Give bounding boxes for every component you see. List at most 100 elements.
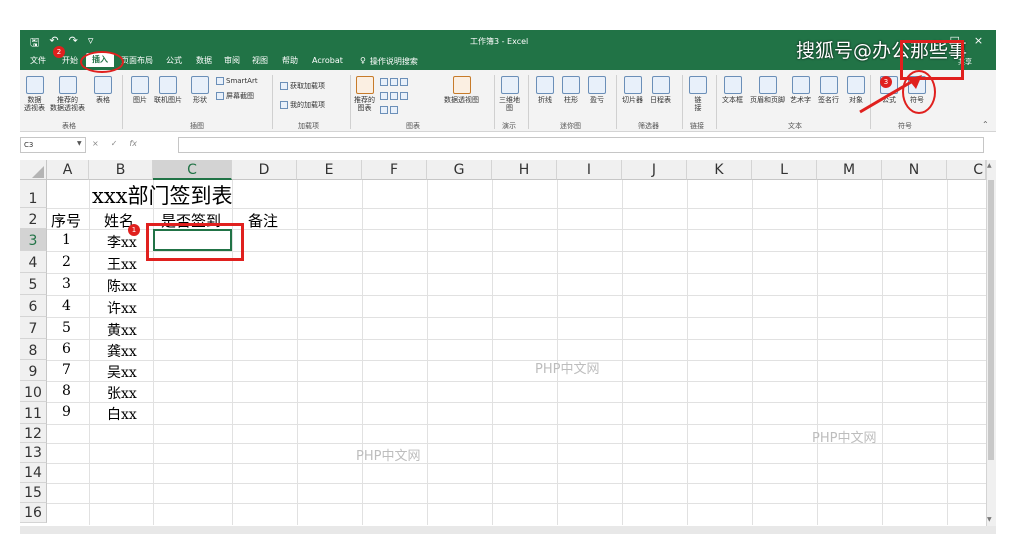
column-header-l[interactable]: L	[752, 160, 817, 180]
sparkline-column-button[interactable]: 柱形	[562, 76, 580, 104]
shapes-button[interactable]: 形状	[191, 76, 209, 104]
tab-home[interactable]: 开始	[62, 56, 78, 66]
tab-help[interactable]: 帮助	[282, 56, 298, 66]
column-header-j[interactable]: J	[622, 160, 687, 180]
column-header-g[interactable]: G	[427, 160, 492, 180]
gridline	[752, 180, 753, 525]
line-chart-dropdown[interactable]	[380, 92, 408, 100]
sheet-tab-bar[interactable]	[20, 526, 996, 534]
tell-me-search[interactable]: ♀ 操作说明搜索	[360, 56, 418, 67]
column-header-k[interactable]: K	[687, 160, 752, 180]
row-header-14[interactable]: 14	[20, 463, 47, 483]
fx-icon[interactable]: fx	[129, 139, 137, 148]
recommended-pivot-button[interactable]: 推荐的 数据透视表	[50, 76, 85, 112]
column-header-e[interactable]: E	[297, 160, 362, 180]
wordart-button[interactable]: 艺术字	[790, 76, 811, 104]
pictures-button[interactable]: 图片	[131, 76, 149, 104]
row-header-3[interactable]: 3	[20, 229, 47, 251]
tab-view[interactable]: 视图	[252, 56, 268, 66]
row-header-13[interactable]: 13	[20, 443, 47, 463]
addins-icon	[280, 101, 288, 109]
tab-data[interactable]: 数据	[196, 56, 212, 66]
online-pictures-button[interactable]: 联机图片	[154, 76, 182, 104]
gridline	[47, 503, 986, 504]
column-header-m[interactable]: M	[817, 160, 882, 180]
smartart-button[interactable]: SmartArt	[216, 77, 258, 85]
tab-acrobat[interactable]: Acrobat	[312, 56, 343, 66]
formula-input[interactable]	[178, 137, 984, 153]
row-header-10[interactable]: 10	[20, 381, 47, 402]
enter-icon[interactable]: ✓	[111, 139, 118, 148]
row-header-8[interactable]: 8	[20, 339, 47, 360]
column-header-h[interactable]: H	[492, 160, 557, 180]
recommended-charts-button[interactable]: 推荐的 图表	[354, 76, 375, 112]
gridline	[947, 180, 948, 525]
timeline-button[interactable]: 日程表	[650, 76, 671, 104]
store-icon	[280, 82, 288, 90]
close-icon[interactable]: ×	[974, 34, 983, 47]
table-button[interactable]: 表格	[94, 76, 112, 104]
column-header-i[interactable]: I	[557, 160, 622, 180]
record-name: 张xx	[107, 386, 137, 402]
timeline-icon	[651, 76, 670, 94]
screenshot-icon	[216, 92, 224, 100]
scroll-down-icon[interactable]: ▼	[987, 516, 992, 523]
screenshot-button[interactable]: 屏幕截图	[216, 91, 254, 101]
group-label-tables: 表格	[62, 122, 76, 130]
textbox-icon	[723, 76, 742, 94]
cancel-icon[interactable]: ×	[92, 139, 99, 148]
tab-formulas[interactable]: 公式	[166, 56, 182, 66]
column-header-d[interactable]: D	[232, 160, 297, 180]
collapse-ribbon-icon[interactable]: ⌃	[982, 120, 989, 129]
row-header-11[interactable]: 11	[20, 402, 47, 424]
tab-review[interactable]: 审阅	[224, 56, 240, 66]
sparkline-line-icon	[536, 76, 554, 94]
column-header-partial[interactable]: C	[947, 160, 986, 180]
tab-file[interactable]: 文件	[30, 56, 46, 66]
pie-chart-dropdown[interactable]	[380, 106, 398, 114]
row-header-12[interactable]: 12	[20, 424, 47, 443]
header-cell-remark: 备注	[248, 212, 279, 230]
site-watermark: PHP中文网	[812, 431, 877, 446]
row-header-1[interactable]: 1	[20, 180, 47, 208]
gridline	[817, 180, 818, 525]
column-header-f[interactable]: F	[362, 160, 427, 180]
signature-line-button[interactable]: 签名行	[818, 76, 839, 104]
pivot-chart-button[interactable]: 数据透视图	[444, 76, 479, 104]
column-header-b[interactable]: B	[89, 160, 153, 180]
record-name: 黄xx	[107, 323, 137, 339]
group-separator	[350, 75, 351, 129]
save-icon[interactable]: 🖫	[30, 34, 39, 53]
slicer-button[interactable]: 切片器	[622, 76, 643, 104]
sparkline-winloss-button[interactable]: 盈亏	[588, 76, 606, 104]
tab-page-layout[interactable]: 页面布局	[121, 56, 153, 66]
column-header-a[interactable]: A	[47, 160, 89, 180]
column-chart-dropdown[interactable]	[380, 78, 408, 86]
row-header-16[interactable]: 16	[20, 503, 47, 523]
scroll-up-icon[interactable]: ▲	[987, 162, 992, 169]
3d-map-button[interactable]: 三维地 图	[499, 76, 520, 112]
row-header-6[interactable]: 6	[20, 295, 47, 317]
gridline	[47, 273, 986, 274]
smartart-icon	[216, 77, 224, 85]
gridline	[557, 180, 558, 525]
scroll-thumb[interactable]	[988, 180, 994, 460]
row-header-4[interactable]: 4	[20, 251, 47, 273]
my-addins-button[interactable]: 我的加载项	[280, 100, 325, 110]
row-header-5[interactable]: 5	[20, 273, 47, 295]
sparkline-line-button[interactable]: 折线	[536, 76, 554, 104]
row-header-9[interactable]: 9	[20, 360, 47, 381]
row-header-15[interactable]: 15	[20, 483, 47, 503]
link-button[interactable]: 链 接	[689, 76, 707, 112]
column-header-n[interactable]: N	[882, 160, 947, 180]
column-header-c[interactable]: C	[153, 160, 232, 180]
customize-icon[interactable]: ▿	[88, 34, 94, 53]
get-addins-button[interactable]: 获取加载项	[280, 81, 325, 91]
chevron-down-icon[interactable]: ▼	[77, 140, 82, 147]
header-footer-button[interactable]: 页眉和页脚	[750, 76, 785, 104]
redo-icon[interactable]: ↷	[69, 34, 78, 53]
row-header-7[interactable]: 7	[20, 317, 47, 339]
row-header-2[interactable]: 2	[20, 208, 47, 229]
pivot-table-button[interactable]: 数据 透视表	[24, 76, 45, 112]
textbox-button[interactable]: 文本框	[722, 76, 743, 104]
